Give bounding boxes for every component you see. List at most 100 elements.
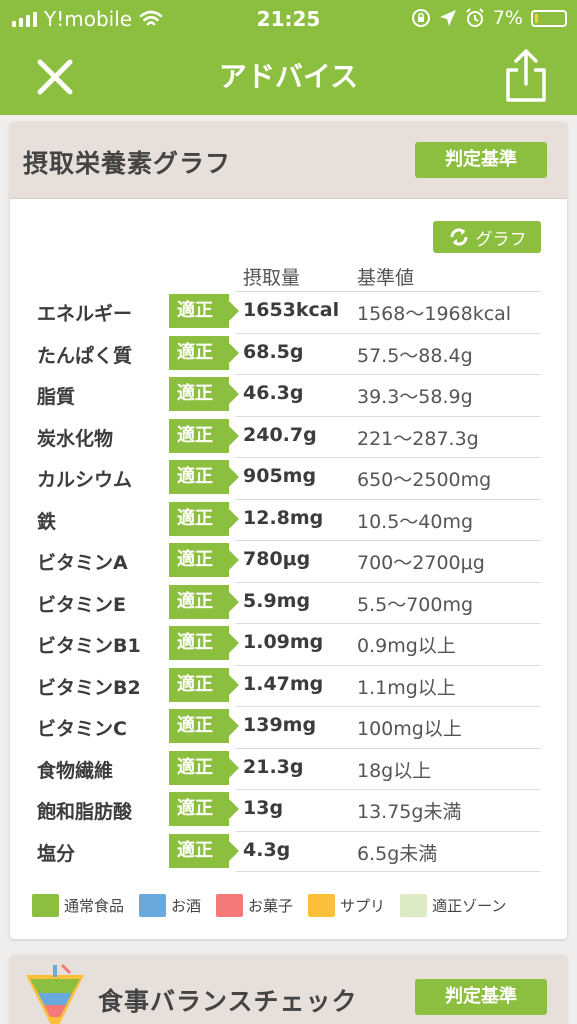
reference-value: 700〜2700μg [357, 552, 485, 574]
column-header-reference: 基準値 [357, 267, 415, 289]
reference-value: 1568〜1968kcal [357, 303, 512, 325]
status-badge: 適正 [169, 543, 239, 577]
legend-item: お酒 [139, 894, 201, 917]
nutrient-name: 脂質 [37, 386, 76, 408]
battery-percent: 7% [492, 7, 523, 29]
column-header-intake: 摂取量 [243, 267, 301, 289]
intake-value: 5.9mg [243, 589, 311, 612]
graph-toggle-button[interactable]: グラフ [433, 221, 541, 253]
table-row: 飽和脂肪酸 適正 13g 13.75g未満 [10, 789, 567, 831]
page-title: アドバイス [218, 60, 359, 93]
legend-item: サプリ [308, 894, 385, 917]
share-icon[interactable] [503, 48, 549, 104]
nutrient-name: 飽和脂肪酸 [37, 801, 133, 823]
intake-value: 12.8mg [243, 506, 324, 529]
reference-value: 10.5〜40mg [357, 510, 474, 533]
nutrient-name: 鉄 [37, 510, 57, 533]
nutrient-graph-card: 摂取栄養素グラフ 判定基準 グラフ 摂取量 基準値 エネルギー 適正 1653kca… [10, 122, 567, 939]
table-row: ビタミンA 適正 780μg 700〜2700μg [10, 540, 567, 582]
legend-swatch [216, 894, 244, 917]
intake-value: 21.3g [243, 755, 304, 778]
table-row: 脂質 適正 46.3g 39.3〜58.9g [10, 374, 567, 416]
app-header: Y!mobile 21:25 7% アドバイス [0, 0, 577, 115]
card-header: 食事バランスチェック 判定基準 [10, 955, 567, 1024]
legend-label: 通常食品 [64, 897, 125, 915]
reference-value: 100mg以上 [357, 718, 462, 740]
legend-label: 適正ゾーン [432, 897, 507, 915]
table-row: ビタミンB2 適正 1.47mg 1.1mg以上 [10, 664, 567, 707]
legend-item: お菓子 [216, 894, 293, 917]
location-icon [439, 10, 456, 26]
balance-check-card: 食事バランスチェック 判定基準 [10, 955, 567, 1024]
nav-bar: アドバイス [0, 38, 577, 115]
legend-item: 適正ゾーン [400, 894, 506, 917]
reference-value: 57.5〜88.4g [357, 344, 473, 367]
spinning-top-logo [26, 963, 84, 1024]
judge-criteria-button[interactable]: 判定基準 [415, 142, 547, 178]
nutrient-name: たんぱく質 [37, 344, 133, 367]
legend-swatch [400, 894, 428, 917]
legend-label: サプリ [340, 897, 386, 915]
reference-value: 0.9mg以上 [357, 635, 456, 657]
intake-value: 1653kcal [243, 299, 340, 321]
intake-value: 139mg [243, 714, 317, 736]
status-badge: 適正 [169, 750, 239, 785]
intake-value: 1.09mg [243, 631, 324, 653]
reference-value: 5.5〜700mg [357, 593, 474, 616]
nutrient-name: ビタミンA [37, 552, 128, 574]
judge-criteria-button[interactable]: 判定基準 [415, 979, 547, 1015]
legend-swatch [308, 894, 336, 917]
intake-value: 4.3g [243, 838, 291, 861]
legend: 通常食品 お酒 お菓子 サプリ 適正ゾーン [32, 894, 521, 917]
table-row: エネルギー 適正 1653kcal 1568〜1968kcal [10, 291, 567, 333]
legend-swatch [32, 894, 59, 917]
status-badge: 適正 [169, 584, 239, 619]
intake-value: 780μg [243, 548, 311, 570]
card-title: 食事バランスチェック [98, 987, 358, 1016]
reference-value: 18g以上 [357, 759, 432, 782]
nutrient-name: ビタミンB1 [37, 635, 141, 657]
intake-value: 240.7g [243, 423, 317, 446]
status-badge: 適正 [169, 667, 239, 702]
status-badge: 適正 [169, 418, 239, 453]
battery-icon [531, 9, 567, 27]
nutrient-name: ビタミンB2 [37, 676, 141, 699]
status-badge: 適正 [169, 626, 239, 660]
nutrient-name: 食物繊維 [37, 759, 114, 782]
legend-label: お酒 [171, 897, 202, 915]
nutrient-name: 塩分 [37, 842, 76, 865]
reference-value: 221〜287.3g [357, 427, 479, 450]
reference-value: 6.5g未満 [357, 842, 438, 865]
table-row: 塩分 適正 4.3g 6.5g未満 [10, 830, 567, 872]
status-badge: 適正 [169, 792, 239, 826]
table-row: 炭水化物 適正 240.7g 221〜287.3g [10, 415, 567, 458]
status-badge: 適正 [169, 335, 239, 370]
status-badge: 適正 [169, 294, 239, 328]
graph-button-label: グラフ [475, 229, 527, 250]
status-badge: 適正 [169, 377, 239, 411]
reference-value: 1.1mg以上 [357, 676, 456, 699]
status-badge: 適正 [169, 501, 239, 536]
table-row: たんぱく質 適正 68.5g 57.5〜88.4g [10, 332, 567, 375]
status-right: 7% [411, 7, 567, 29]
nutrient-name: ビタミンC [37, 718, 127, 740]
intake-value: 68.5g [243, 340, 304, 363]
nutrient-name: 炭水化物 [37, 427, 114, 450]
table-row: ビタミンE 適正 5.9mg 5.5〜700mg [10, 581, 567, 624]
intake-value: 13g [243, 797, 284, 819]
nutrient-name: カルシウム [37, 469, 133, 491]
legend-item: 通常食品 [32, 894, 124, 917]
intake-value: 1.47mg [243, 672, 324, 695]
table-row: ビタミンB1 適正 1.09mg 0.9mg以上 [10, 623, 567, 665]
status-bar: Y!mobile 21:25 7% [0, 0, 577, 38]
refresh-icon [449, 228, 468, 246]
nutrient-table: エネルギー 適正 1653kcal 1568〜1968kcal たんぱく質 適正 68.5g… [10, 291, 567, 872]
rotation-lock-icon [411, 9, 430, 27]
table-row: ビタミンC 適正 139mg 100mg以上 [10, 706, 567, 748]
reference-value: 13.75g未満 [357, 801, 462, 823]
status-badge: 適正 [169, 709, 239, 743]
table-row: 食物繊維 適正 21.3g 18g以上 [10, 747, 567, 790]
nutrient-name: ビタミンE [37, 593, 126, 616]
table-row: 鉄 適正 12.8mg 10.5〜40mg [10, 498, 567, 541]
card-header: 摂取栄養素グラフ 判定基準 [10, 122, 567, 199]
